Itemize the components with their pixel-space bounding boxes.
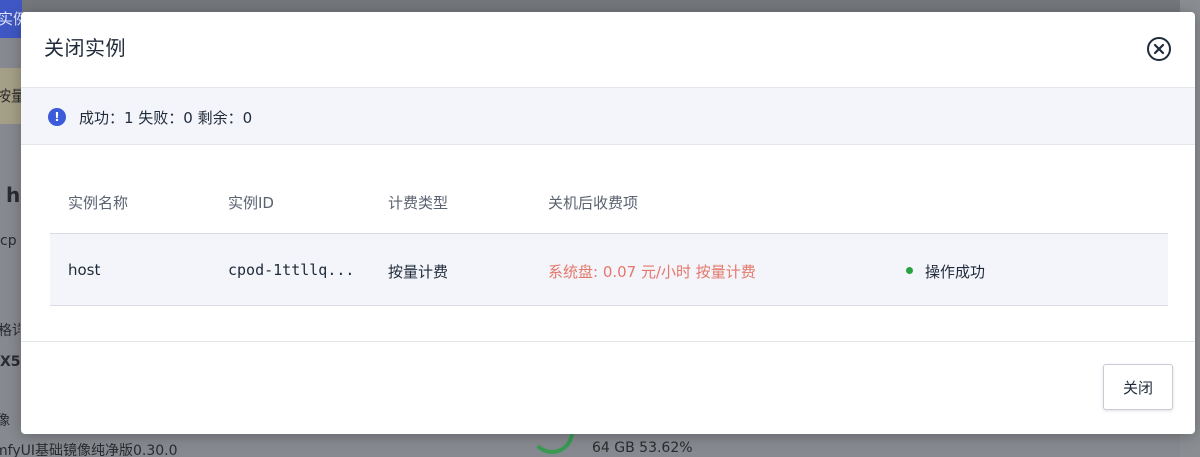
bg-label-2: 像 — [0, 413, 10, 429]
close-button[interactable]: 关闭 — [1103, 364, 1173, 410]
col-billing-type: 计费类型 — [388, 194, 449, 212]
footer-divider — [21, 341, 1195, 342]
table-row: host cpod-1ttllq... 按量计费 系统盘: 0.07 元/小时 … — [50, 234, 1168, 306]
table-header: 实例名称 实例ID 计费类型 关机后收费项 — [50, 174, 1168, 234]
close-instance-modal: 关闭实例 ! 成功：1 失败：0 剩余：0 实例名称 实例ID 计费类型 关机后… — [21, 12, 1195, 434]
col-instance-id: 实例ID — [228, 194, 274, 212]
col-instance-name: 实例名称 — [68, 194, 129, 212]
col-fee-after-shutdown: 关机后收费项 — [548, 194, 639, 212]
bg-value: X5 — [0, 354, 20, 370]
bg-topbar — [0, 0, 1200, 12]
fee-after-shutdown: 系统盘: 0.07 元/小时 按量计费 — [548, 263, 756, 281]
bg-subtext: cp — [0, 233, 17, 249]
instance-name: host — [68, 261, 101, 279]
bg-bottom-row: mfyUI基础镜像纯净版0.30.0 64 GB 53.62% — [0, 440, 1200, 457]
success-dot-icon — [906, 267, 913, 274]
info-icon: ! — [48, 108, 66, 126]
close-icon[interactable] — [1146, 36, 1172, 62]
status-bar: ! 成功：1 失败：0 剩余：0 — [21, 87, 1195, 145]
billing-type: 按量计费 — [388, 263, 449, 281]
operation-result: 操作成功 — [925, 263, 986, 281]
instance-id: cpod-1ttllq... — [228, 261, 355, 279]
bg-heading: h — [6, 183, 20, 207]
bg-label: 格详 — [0, 323, 20, 339]
bg-image-name: mfyUI基础镜像纯净版0.30.0 — [0, 443, 178, 457]
status-summary: 成功：1 失败：0 剩余：0 — [79, 109, 253, 127]
bg-instance-button: 实例 — [0, 0, 22, 38]
bg-disk-usage: 64 GB 53.62% — [592, 440, 693, 456]
modal-title: 关闭实例 — [44, 36, 126, 60]
